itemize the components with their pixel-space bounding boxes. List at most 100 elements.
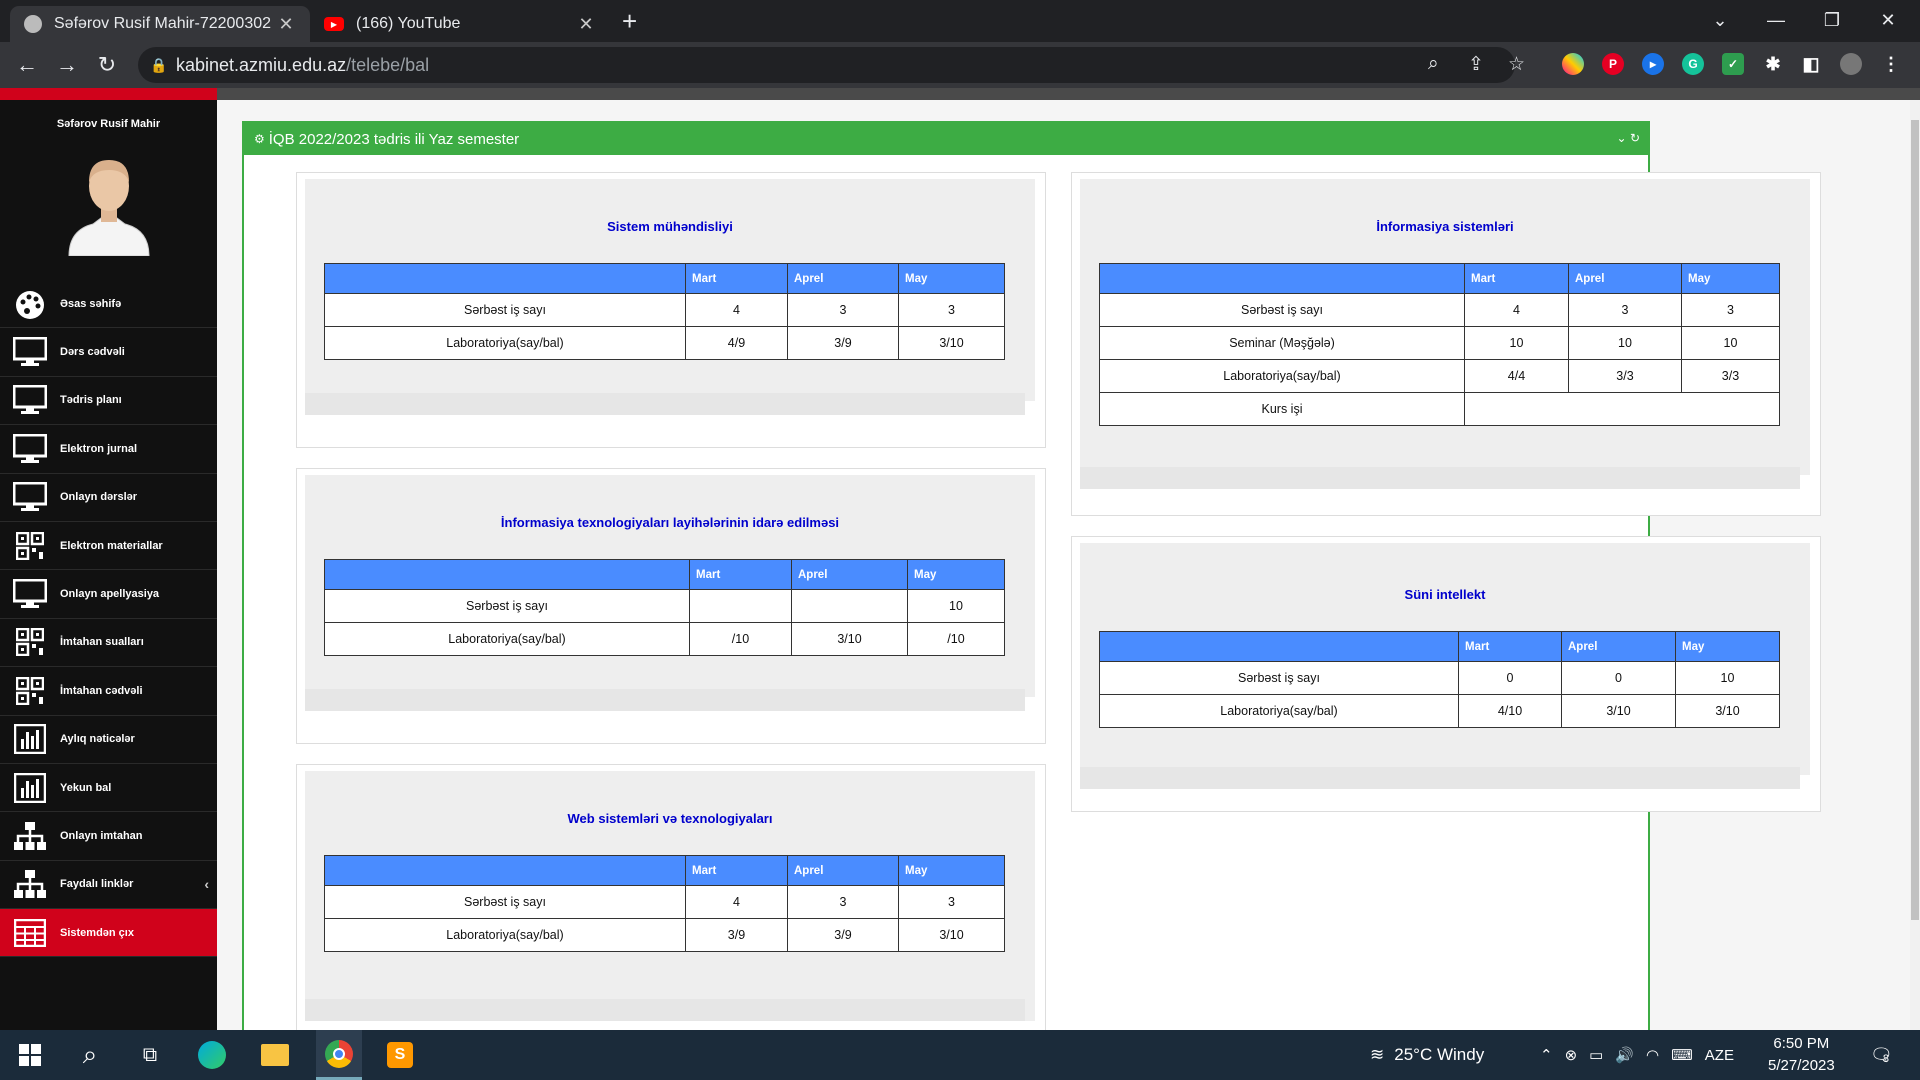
bookmark-star-icon[interactable]: ☆ [1508, 53, 1525, 76]
forward-icon[interactable]: → [52, 50, 82, 80]
close-tab-icon[interactable]: ✕ [276, 14, 296, 35]
extension-play-icon[interactable]: ▸ [1642, 53, 1664, 75]
sidebar-item-logout[interactable]: Sistemdən çıx [0, 909, 217, 958]
table-row: Laboratoriya(say/bal) 4/10 3/10 3/10 [1099, 694, 1780, 728]
course-card: Sistem mühəndisliyi Mart Aprel May Sərbəst… [296, 172, 1046, 448]
cell-value: 10 [907, 589, 1005, 623]
sidebar-item-exam-questions[interactable]: İmtahan sualları [0, 619, 217, 668]
minimize-icon[interactable]: — [1748, 0, 1804, 40]
sidebar-item-schedule[interactable]: Dərs cədvəli [0, 328, 217, 377]
network-error-icon[interactable]: ⊗ [1565, 1046, 1578, 1064]
clock-time: 6:50 PM [1773, 1035, 1830, 1052]
zoom-icon[interactable]: ⌕ [1428, 53, 1439, 75]
sidebar-item-online-exam[interactable]: Onlayn imtahan [0, 812, 217, 861]
menu-kebab-icon[interactable]: ⋮ [1880, 53, 1902, 75]
clock[interactable]: 6:50 PM 5/27/2023 [1768, 1030, 1835, 1080]
cell-value: 3 [1681, 293, 1780, 327]
new-tab-button[interactable]: + [622, 6, 637, 36]
tab-active[interactable]: Səfərov Rusif Mahir-72200302 ✕ [10, 6, 310, 42]
sidebar-item-home[interactable]: Əsas səhifə [0, 280, 217, 329]
sidebar-item-journal[interactable]: Elektron jurnal [0, 425, 217, 474]
sidebar-item-appeal[interactable]: Onlayn apellyasiya [0, 570, 217, 619]
maximize-icon[interactable]: ❐ [1804, 0, 1860, 40]
windows-start-icon[interactable] [10, 1030, 50, 1080]
tab-youtube[interactable]: ▶ (166) YouTube ✕ [310, 6, 610, 42]
wifi-icon[interactable]: ◠ [1646, 1046, 1659, 1064]
table-row: Seminar (Məşğələ) 10 10 10 [1099, 326, 1780, 360]
cell-value: 0 [1561, 661, 1676, 695]
cell-value: 3/9 [685, 918, 788, 952]
month-header: Aprel [787, 855, 899, 886]
close-window-icon[interactable]: ✕ [1860, 0, 1916, 40]
weather-widget[interactable]: ≋ 25°C Windy [1370, 1030, 1484, 1080]
card-body: Süni intellekt Mart Aprel May Sərbəst iş s… [1080, 543, 1810, 789]
sidebar-item-online-lessons[interactable]: Onlayn dərslər [0, 474, 217, 522]
cell-value: 3 [898, 885, 1005, 919]
cell-value: 4 [1464, 293, 1569, 327]
sidebar-item-exam-schedule[interactable]: İmtahan cədvəli [0, 667, 217, 716]
month-header: Aprel [1568, 263, 1682, 294]
row-label: Kurs işi [1099, 392, 1465, 426]
cell-value: 4 [685, 885, 788, 919]
battery-icon[interactable]: ▭ [1589, 1046, 1603, 1064]
scrollbar-thumb[interactable] [1911, 120, 1919, 920]
sidebar-item-plan[interactable]: Tədris planı [0, 377, 217, 426]
cell-value: 3/10 [791, 622, 908, 656]
cogs-icon: ⚙ [254, 132, 265, 146]
chrome-icon[interactable] [316, 1030, 362, 1080]
month-header: May [907, 559, 1005, 590]
month-header: Aprel [787, 263, 899, 294]
task-view-icon[interactable]: ⧉ [130, 1030, 170, 1080]
monitor-icon [12, 433, 48, 465]
course-card: İnformasiya sistemləri Mart Aprel May Sərb… [1071, 172, 1821, 516]
card-body: İnformasiya sistemləri Mart Aprel May Sərb… [1080, 179, 1810, 489]
user-name: Səfərov Rusif Mahir [56, 118, 161, 130]
search-icon[interactable]: ⌕ [70, 1030, 110, 1080]
close-tab-icon[interactable]: ✕ [576, 14, 596, 35]
sidebar-item-useful-links[interactable]: Faydalı linklər ‹ [0, 861, 217, 910]
row-label: Sərbəst iş sayı [1099, 661, 1459, 695]
scrollbar[interactable] [1910, 100, 1920, 1030]
sublime-text-icon[interactable]: S [380, 1030, 420, 1080]
file-explorer-icon[interactable] [255, 1030, 295, 1080]
sidebar-item-label: İmtahan cədvəli [60, 684, 143, 697]
course-card: Süni intellekt Mart Aprel May Sərbəst iş s… [1071, 536, 1821, 812]
address-bar[interactable]: 🔒 kabinet.azmiu.edu.az/telebe/bal ⌕ ⇪ ☆ [138, 47, 1525, 83]
extension-color-icon[interactable] [1562, 53, 1584, 75]
keyboard-icon[interactable]: ⌨ [1671, 1046, 1693, 1064]
collapse-icon[interactable]: ⌄ [1617, 131, 1627, 145]
tab-search-icon[interactable]: ⌄ [1692, 0, 1748, 40]
volume-icon[interactable]: 🔊 [1615, 1046, 1634, 1064]
sidebar-item-monthly-results[interactable]: Aylıq nəticələr [0, 716, 217, 764]
month-header: Mart [685, 855, 788, 886]
cell-value: 4/10 [1458, 694, 1562, 728]
grades-table: Mart Aprel May Sərbəst iş sayı 4 3 3 Laborato… [324, 263, 1005, 360]
course-title: Web sistemləri və texnologiyaları [567, 811, 773, 826]
sidebar-item-materials[interactable]: Elektron materiallar [0, 522, 217, 571]
sidebar-item-final-grade[interactable]: Yekun bal [0, 764, 217, 813]
notifications-icon[interactable]: 🗨 8 [1870, 1030, 1893, 1080]
shield-icon[interactable]: ✓ [1722, 53, 1744, 75]
chevron-up-icon[interactable]: ⌃ [1540, 1046, 1553, 1064]
edge-icon[interactable] [192, 1030, 232, 1080]
extensions-puzzle-icon[interactable]: ✱ [1762, 53, 1784, 75]
table-row: Sərbəst iş sayı 4 3 3 [324, 293, 1005, 327]
table-icon [12, 917, 48, 949]
row-label: Sərbəst iş sayı [324, 293, 686, 327]
sidebar-top-accent [0, 88, 217, 100]
month-header: May [1675, 631, 1780, 662]
profile-avatar[interactable] [1840, 53, 1862, 75]
share-icon[interactable]: ⇪ [1468, 53, 1484, 76]
bar-chart-icon [12, 723, 48, 755]
language-indicator[interactable]: AZE [1705, 1047, 1734, 1064]
panel-header: ⚙ İQB 2022/2023 tədris ili Yaz semester … [244, 123, 1648, 155]
pinterest-icon[interactable]: P [1602, 53, 1624, 75]
back-icon[interactable]: ← [12, 50, 42, 80]
side-panel-icon[interactable]: ◧ [1800, 53, 1822, 75]
header-blank [1099, 631, 1459, 662]
grammarly-icon[interactable]: G [1682, 53, 1704, 75]
refresh-icon[interactable]: ↻ [1630, 131, 1640, 145]
month-header: Mart [689, 559, 792, 590]
reload-icon[interactable]: ↻ [92, 50, 122, 80]
cell-value: 3/3 [1681, 359, 1780, 393]
